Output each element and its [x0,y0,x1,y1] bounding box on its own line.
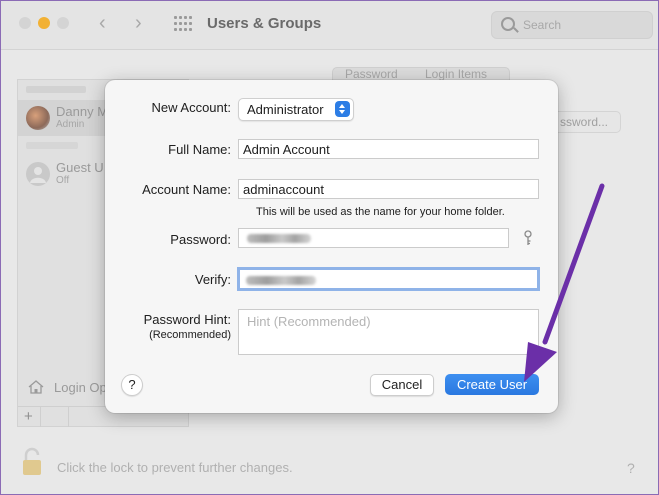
cancel-button[interactable]: Cancel [370,374,434,396]
account-name-label: Account Name: [142,182,231,197]
chevron-right-icon[interactable]: › [135,12,142,35]
password-dots [247,234,311,243]
zoom-window-button[interactable] [57,17,69,29]
lock-icon[interactable] [21,447,43,477]
full-name-label: Full Name: [168,142,231,157]
password-field[interactable] [238,228,509,248]
tab-login-items[interactable]: Login Items [425,68,487,80]
background-tabs: Password Login Items [332,67,510,80]
verify-field[interactable] [237,267,540,291]
divider [68,407,69,427]
user-role: Off [56,175,70,186]
verify-dots [246,276,316,285]
key-icon[interactable] [523,230,533,246]
help-button[interactable]: ? [121,374,143,396]
minimize-window-button[interactable] [38,17,50,29]
account-name-field[interactable]: adminaccount [238,179,539,199]
sidebar-header [26,86,86,93]
account-name-note: This will be used as the name for your h… [256,206,505,218]
search-placeholder: Search [523,18,562,32]
close-window-button[interactable] [19,17,31,29]
password-hint-sublabel: (Recommended) [149,329,231,341]
search-icon [501,17,515,31]
tab-password[interactable]: Password [345,68,398,80]
sidebar-header-other [26,142,78,149]
grid-icon[interactable] [174,16,192,32]
user-name: Danny M [56,104,109,119]
add-user-button[interactable]: + [24,408,33,425]
home-icon [28,380,44,394]
new-account-dialog: New Account: Administrator Full Name: Ad… [105,80,558,413]
background-help-button[interactable]: ? [627,460,635,476]
account-type-select[interactable]: Administrator [238,98,354,121]
verify-label: Verify: [194,272,231,287]
chevron-left-icon[interactable]: ‹ [99,12,106,35]
chevron-up-down-icon [335,101,350,117]
app-window: ‹ › Users & Groups Search Danny M Admin … [0,0,659,495]
new-account-label: New Account: [151,100,232,115]
change-password-label: ssword... [560,115,609,129]
user-role: Admin [56,119,85,130]
titlebar: ‹ › Users & Groups Search [1,1,658,50]
hint-placeholder: Hint (Recommended) [247,314,371,329]
window-title: Users & Groups [207,15,322,32]
search-field[interactable]: Search [491,11,653,39]
password-label: Password: [170,232,231,247]
login-options-item[interactable]: Login Op [54,380,107,395]
guest-avatar [26,162,50,186]
divider [40,407,41,427]
create-user-button[interactable]: Create User [445,374,539,395]
full-name-field[interactable]: Admin Account [238,139,539,159]
user-name: Guest U [56,160,104,175]
password-hint-field[interactable]: Hint (Recommended) [238,309,539,355]
avatar [26,106,50,130]
lock-message: Click the lock to prevent further change… [57,460,293,475]
password-hint-label: Password Hint: [143,312,231,327]
account-type-value: Administrator [247,102,324,117]
